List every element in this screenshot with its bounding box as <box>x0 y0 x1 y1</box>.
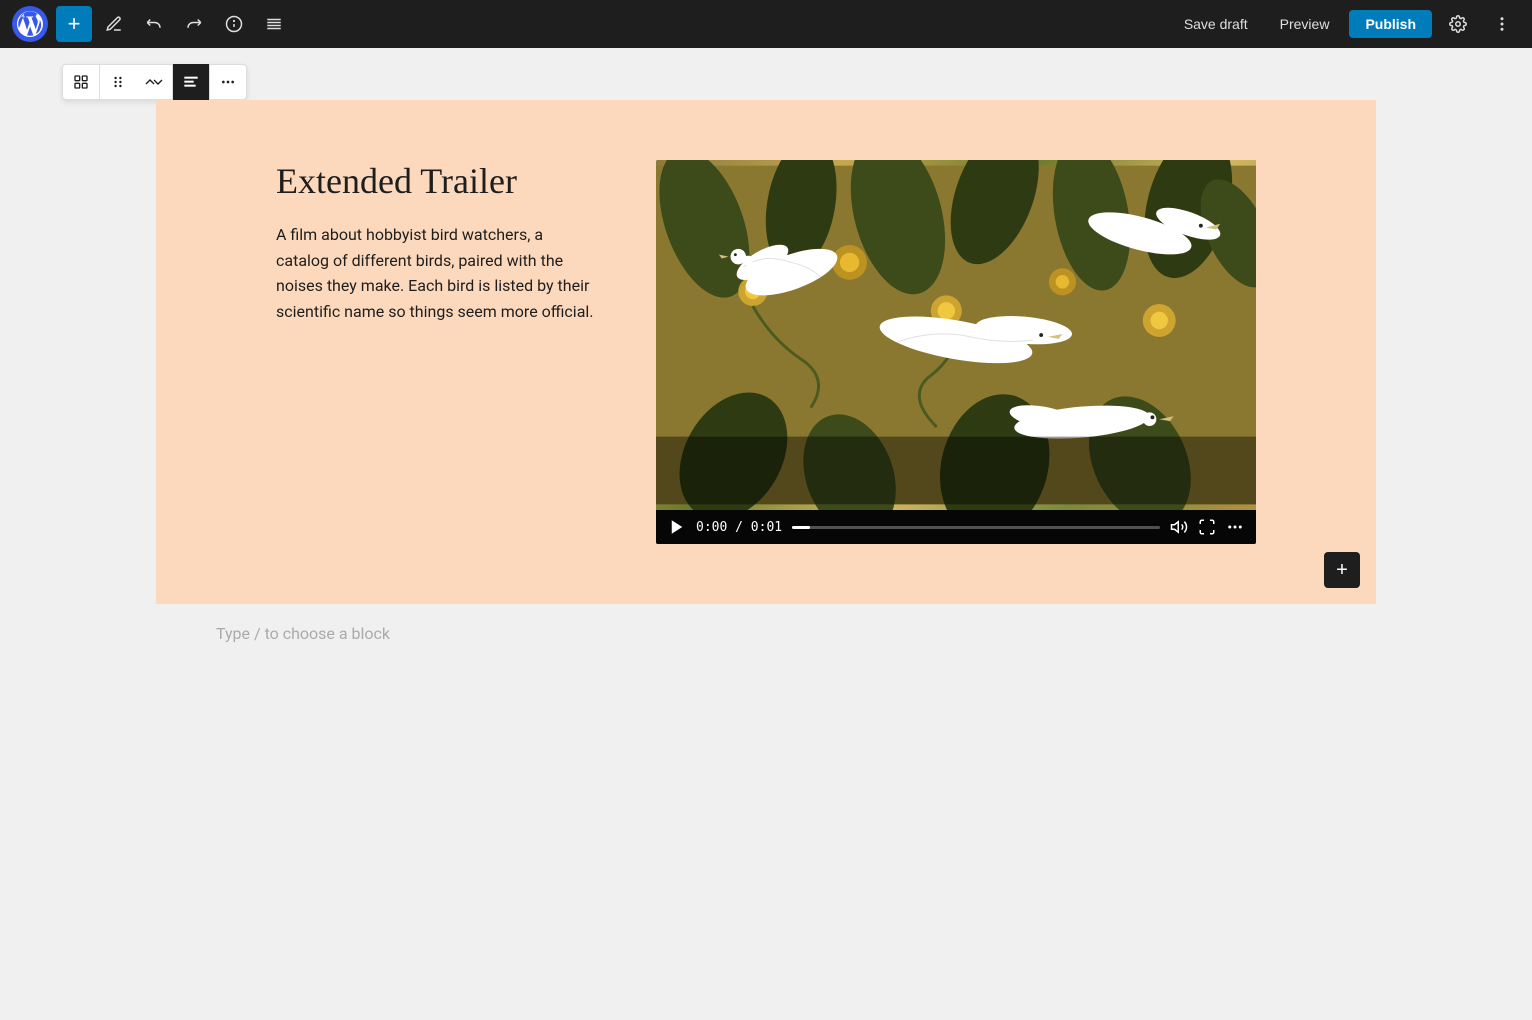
add-block-button[interactable]: + <box>56 6 92 42</box>
undo-button[interactable] <box>136 6 172 42</box>
block-toolbar <box>62 64 247 100</box>
block-description[interactable]: A film about hobbyist bird watchers, a c… <box>276 222 596 324</box>
video-controls: 0:00 / 0:01 <box>656 510 1256 544</box>
wp-logo[interactable] <box>12 6 48 42</box>
fullscreen-button[interactable] <box>1198 518 1216 536</box>
publish-button[interactable]: Publish <box>1349 10 1432 38</box>
block-title[interactable]: Extended Trailer <box>276 160 596 202</box>
alignment-button[interactable] <box>173 64 209 100</box>
toolbar-right: Save draft Preview Publish <box>1172 6 1520 42</box>
drag-block-button[interactable] <box>100 64 136 100</box>
content-wrapper: Extended Trailer A film about hobbyist b… <box>156 100 1376 604</box>
block-more-group <box>210 64 246 100</box>
toolbar-left: + <box>12 6 1168 42</box>
more-options-button[interactable] <box>1484 6 1520 42</box>
details-button[interactable] <box>216 6 252 42</box>
progress-bar[interactable] <box>792 526 1160 529</box>
block-alignment-group <box>173 64 210 100</box>
block-more-options-button[interactable] <box>210 64 246 100</box>
video-more-options-button[interactable] <box>1226 518 1244 536</box>
volume-button[interactable] <box>1170 518 1188 536</box>
video-column: 0:00 / 0:01 <box>656 160 1256 544</box>
add-block-bottom-button[interactable]: + <box>1324 552 1360 588</box>
block-drag-group <box>100 64 173 100</box>
progress-fill <box>792 526 810 529</box>
text-column: Extended Trailer A film about hobbyist b… <box>276 160 596 324</box>
editor-toolbar: + <box>0 0 1532 48</box>
time-display: 0:00 / 0:01 <box>696 520 782 535</box>
list-view-button[interactable] <box>256 6 292 42</box>
save-draft-button[interactable]: Save draft <box>1172 10 1260 38</box>
media-text-block: Extended Trailer A film about hobbyist b… <box>156 100 1376 604</box>
video-thumbnail <box>656 160 1256 510</box>
play-button[interactable] <box>668 518 686 536</box>
preview-button[interactable]: Preview <box>1268 10 1342 38</box>
redo-button[interactable] <box>176 6 212 42</box>
settings-button[interactable] <box>1440 6 1476 42</box>
tools-button[interactable] <box>96 6 132 42</box>
transform-block-button[interactable] <box>63 64 99 100</box>
move-block-button[interactable] <box>136 64 172 100</box>
type-hint[interactable]: Type / to choose a block <box>156 624 1376 643</box>
editor-area: Extended Trailer A film about hobbyist b… <box>0 48 1532 1020</box>
video-container: 0:00 / 0:01 <box>656 160 1256 544</box>
block-transform-group <box>63 64 100 100</box>
